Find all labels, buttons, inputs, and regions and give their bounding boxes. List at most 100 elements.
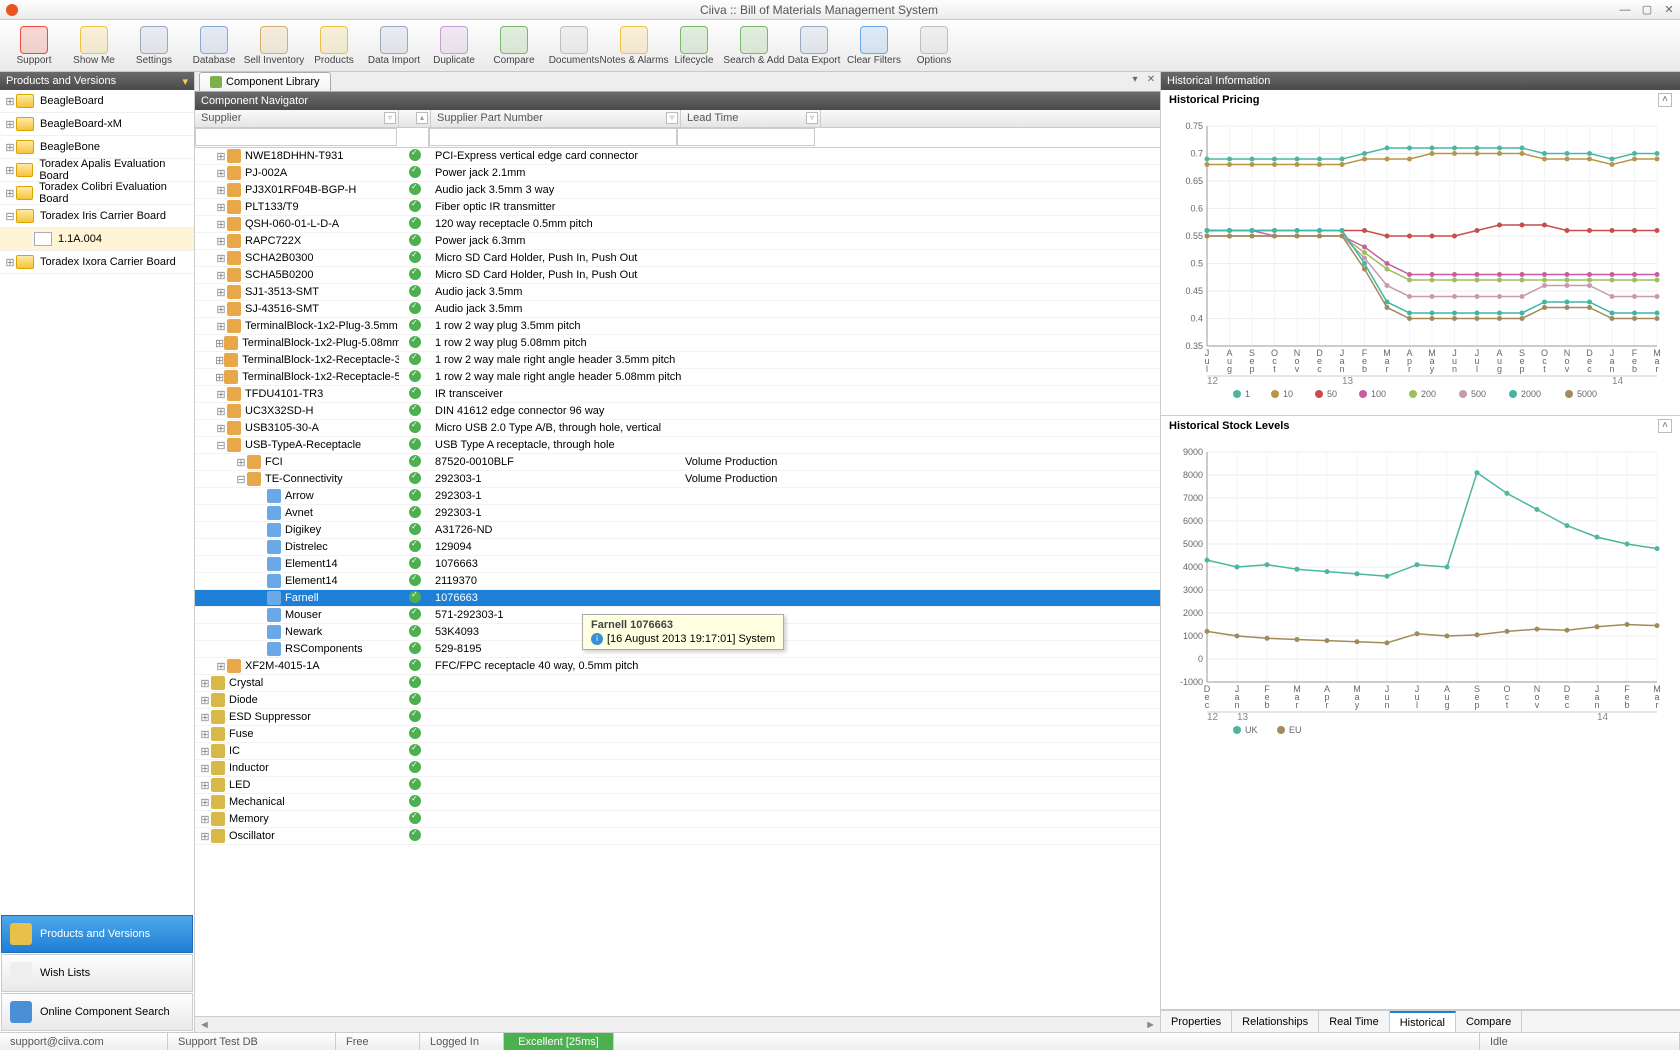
expand-icon[interactable]: ⊞: [199, 796, 211, 809]
grid-row[interactable]: ⊞Inductor: [195, 760, 1160, 777]
expand-icon[interactable]: ⊞: [215, 422, 227, 435]
grid-row[interactable]: ⊞NWE18DHHN-T931PCI-Express vertical edge…: [195, 148, 1160, 165]
grid-row[interactable]: ⊞SCHA2B0300Micro SD Card Holder, Push In…: [195, 250, 1160, 267]
grid-row[interactable]: ⊞Crystal: [195, 675, 1160, 692]
sort-icon[interactable]: ▴: [416, 112, 428, 124]
grid-row[interactable]: ⊞TFDU4101-TR3IR transceiver: [195, 386, 1160, 403]
filter-icon[interactable]: ▿: [666, 112, 678, 124]
filter-supplier[interactable]: [195, 128, 397, 146]
expand-icon[interactable]: ⊟: [215, 439, 227, 452]
ribbon-documents[interactable]: Documents: [544, 22, 604, 69]
tab-relationships[interactable]: Relationships: [1232, 1011, 1319, 1032]
grid-row[interactable]: ⊞Oscillator: [195, 828, 1160, 845]
expand-icon[interactable]: ⊞: [215, 218, 227, 231]
expand-icon[interactable]: ⊞: [215, 286, 227, 299]
expand-icon[interactable]: ⊞: [199, 711, 211, 724]
grid-row[interactable]: Farnell1076663: [195, 590, 1160, 607]
grid-row[interactable]: ⊞Fuse: [195, 726, 1160, 743]
filter-lead-time[interactable]: [677, 128, 815, 146]
tree-version-item[interactable]: 1.1A.004: [0, 228, 194, 251]
expand-icon[interactable]: ⊞: [4, 164, 16, 177]
pane-menu-icon[interactable]: ▾: [182, 75, 188, 88]
expand-icon[interactable]: ⊞: [199, 762, 211, 775]
tab-compare[interactable]: Compare: [1456, 1011, 1522, 1032]
tree-item[interactable]: ⊞BeagleBone: [0, 136, 194, 159]
expand-icon[interactable]: ⊟: [4, 210, 16, 223]
grid-row[interactable]: ⊞Memory: [195, 811, 1160, 828]
ribbon-clear-filters[interactable]: Clear Filters: [844, 22, 904, 69]
expand-icon[interactable]: ⊞: [215, 388, 227, 401]
grid-row[interactable]: Element142119370: [195, 573, 1160, 590]
expand-icon[interactable]: ⊞: [215, 184, 227, 197]
grid-row[interactable]: ⊞UC3X32SD-HDIN 41612 edge connector 96 w…: [195, 403, 1160, 420]
grid-row[interactable]: ⊞SCHA5B0200Micro SD Card Holder, Push In…: [195, 267, 1160, 284]
ribbon-database[interactable]: Database: [184, 22, 244, 69]
grid-row[interactable]: Distrelec129094: [195, 539, 1160, 556]
expand-icon[interactable]: ⊞: [4, 187, 16, 200]
ribbon-support[interactable]: Support: [4, 22, 64, 69]
grid-row[interactable]: ⊞PLT133/T9Fiber optic IR transmitter: [195, 199, 1160, 216]
tab-component-library[interactable]: Component Library: [199, 72, 331, 91]
expand-icon[interactable]: ⊞: [4, 256, 16, 269]
minimize-button[interactable]: —: [1614, 4, 1636, 16]
ribbon-settings[interactable]: Settings: [124, 22, 184, 69]
tab-close-icon[interactable]: ✕: [1144, 74, 1158, 88]
filter-icon[interactable]: ▿: [806, 112, 818, 124]
tree-item[interactable]: ⊞BeagleBoard-xM: [0, 113, 194, 136]
expand-icon[interactable]: ⊞: [215, 252, 227, 265]
close-button[interactable]: ✕: [1658, 3, 1680, 16]
grid-row[interactable]: Element141076663: [195, 556, 1160, 573]
grid-row[interactable]: ⊞ESD Suppressor: [195, 709, 1160, 726]
grid-row[interactable]: ⊞USB3105-30-AMicro USB 2.0 Type A/B, thr…: [195, 420, 1160, 437]
expand-icon[interactable]: ⊞: [215, 405, 227, 418]
ribbon-compare[interactable]: Compare: [484, 22, 544, 69]
expand-icon[interactable]: ⊞: [199, 779, 211, 792]
grid-row[interactable]: ⊞TerminalBlock-1x2-Plug-3.5mm1 row 2 way…: [195, 318, 1160, 335]
expand-icon[interactable]: ⊞: [199, 830, 211, 843]
ribbon-sell-inventory[interactable]: Sell Inventory: [244, 22, 304, 69]
ribbon-duplicate[interactable]: Duplicate: [424, 22, 484, 69]
ribbon-data-export[interactable]: Data Export: [784, 22, 844, 69]
grid-row[interactable]: ⊞RAPC722XPower jack 6.3mm: [195, 233, 1160, 250]
grid-row[interactable]: ⊞Mechanical: [195, 794, 1160, 811]
grid-row[interactable]: ⊞TerminalBlock-1x2-Plug-5.08mm1 row 2 wa…: [195, 335, 1160, 352]
grid-row[interactable]: ⊟TE-Connectivity292303-1Volume Productio…: [195, 471, 1160, 488]
filter-part-number[interactable]: [429, 128, 677, 146]
ribbon-lifecycle[interactable]: Lifecycle: [664, 22, 724, 69]
nav-online-component-search[interactable]: Online Component Search: [1, 993, 193, 1031]
grid-row[interactable]: ⊞LED: [195, 777, 1160, 794]
grid-row[interactable]: ⊞SJ1-3513-SMTAudio jack 3.5mm: [195, 284, 1160, 301]
expand-icon[interactable]: ⊞: [4, 141, 16, 154]
grid-row[interactable]: ⊞SJ-43516-SMTAudio jack 3.5mm: [195, 301, 1160, 318]
ribbon-products[interactable]: Products: [304, 22, 364, 69]
grid-row[interactable]: ⊞XF2M-4015-1AFFC/FPC receptacle 40 way, …: [195, 658, 1160, 675]
horizontal-scrollbar[interactable]: ◄►: [195, 1016, 1160, 1032]
expand-icon[interactable]: ⊞: [199, 728, 211, 741]
expand-icon[interactable]: ⊞: [215, 269, 227, 282]
tab-historical[interactable]: Historical: [1390, 1011, 1456, 1032]
tree-item[interactable]: ⊞Toradex Ixora Carrier Board: [0, 251, 194, 274]
grid-row[interactable]: ⊞PJ-002APower jack 2.1mm: [195, 165, 1160, 182]
ribbon-options[interactable]: Options: [904, 22, 964, 69]
maximize-button[interactable]: ▢: [1636, 3, 1658, 16]
nav-wish-lists[interactable]: Wish Lists: [1, 954, 193, 992]
expand-icon[interactable]: ⊞: [215, 354, 224, 367]
expand-icon[interactable]: ⊞: [4, 95, 16, 108]
grid-row[interactable]: ⊞Diode: [195, 692, 1160, 709]
products-tree[interactable]: ⊞BeagleBoard⊞BeagleBoard-xM⊞BeagleBone⊞T…: [0, 90, 194, 914]
expand-icon[interactable]: ⊞: [215, 303, 227, 316]
collapse-icon[interactable]: ˄: [1658, 419, 1672, 433]
col-part-number[interactable]: Supplier Part Number▿: [431, 110, 681, 127]
expand-icon[interactable]: ⊞: [199, 745, 211, 758]
filter-icon[interactable]: ▿: [384, 112, 396, 124]
ribbon-notes-alarms[interactable]: Notes & Alarms: [604, 22, 664, 69]
grid-row[interactable]: ⊞TerminalBlock-1x2-Receptacle-5....1 row…: [195, 369, 1160, 386]
expand-icon[interactable]: ⊞: [215, 150, 227, 163]
expand-icon[interactable]: ⊞: [215, 235, 227, 248]
tab-real-time[interactable]: Real Time: [1319, 1011, 1390, 1032]
expand-icon[interactable]: ⊞: [215, 337, 224, 350]
expand-icon[interactable]: ⊞: [199, 694, 211, 707]
expand-icon[interactable]: ⊞: [199, 677, 211, 690]
expand-icon[interactable]: ⊞: [215, 320, 227, 333]
component-grid[interactable]: ⊞NWE18DHHN-T931PCI-Express vertical edge…: [195, 148, 1160, 1016]
